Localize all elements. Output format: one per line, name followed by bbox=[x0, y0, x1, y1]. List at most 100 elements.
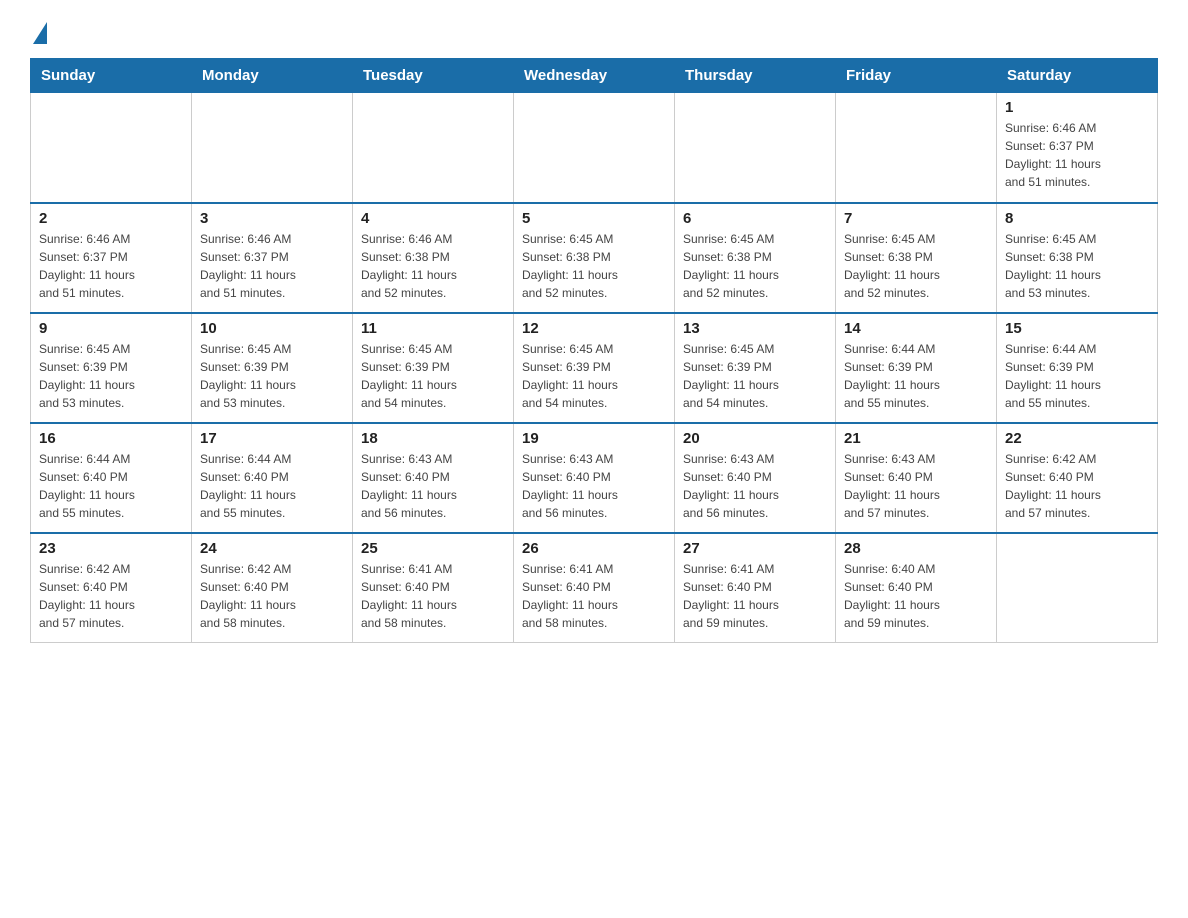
day-number: 10 bbox=[200, 320, 344, 337]
calendar-day-cell bbox=[514, 93, 675, 203]
calendar-day-cell: 1 Sunrise: 6:46 AM Sunset: 6:37 PM Daylig… bbox=[997, 93, 1158, 203]
calendar-day-cell: 10 Sunrise: 6:45 AM Sunset: 6:39 PM Dayli… bbox=[192, 313, 353, 423]
day-number: 5 bbox=[522, 210, 666, 227]
day-number: 16 bbox=[39, 430, 183, 447]
calendar-day-cell: 11 Sunrise: 6:45 AM Sunset: 6:39 PM Dayli… bbox=[353, 313, 514, 423]
calendar-day-cell: 16 Sunrise: 6:44 AM Sunset: 6:40 PM Dayli… bbox=[31, 423, 192, 533]
day-info: Sunrise: 6:44 AM Sunset: 6:39 PM Dayligh… bbox=[844, 340, 988, 412]
calendar-day-header: Monday bbox=[192, 59, 353, 93]
day-info: Sunrise: 6:40 AM Sunset: 6:40 PM Dayligh… bbox=[844, 560, 988, 632]
day-info: Sunrise: 6:45 AM Sunset: 6:39 PM Dayligh… bbox=[361, 340, 505, 412]
day-info: Sunrise: 6:44 AM Sunset: 6:40 PM Dayligh… bbox=[200, 450, 344, 522]
day-info: Sunrise: 6:41 AM Sunset: 6:40 PM Dayligh… bbox=[683, 560, 827, 632]
calendar-day-cell: 21 Sunrise: 6:43 AM Sunset: 6:40 PM Dayli… bbox=[836, 423, 997, 533]
day-info: Sunrise: 6:45 AM Sunset: 6:39 PM Dayligh… bbox=[683, 340, 827, 412]
day-number: 6 bbox=[683, 210, 827, 227]
day-number: 19 bbox=[522, 430, 666, 447]
calendar-day-cell bbox=[675, 93, 836, 203]
day-number: 15 bbox=[1005, 320, 1149, 337]
calendar-day-cell: 18 Sunrise: 6:43 AM Sunset: 6:40 PM Dayli… bbox=[353, 423, 514, 533]
calendar-day-cell: 5 Sunrise: 6:45 AM Sunset: 6:38 PM Daylig… bbox=[514, 203, 675, 313]
day-info: Sunrise: 6:45 AM Sunset: 6:39 PM Dayligh… bbox=[200, 340, 344, 412]
day-info: Sunrise: 6:46 AM Sunset: 6:37 PM Dayligh… bbox=[1005, 119, 1149, 191]
day-info: Sunrise: 6:45 AM Sunset: 6:38 PM Dayligh… bbox=[522, 230, 666, 302]
calendar-day-header: Wednesday bbox=[514, 59, 675, 93]
day-info: Sunrise: 6:42 AM Sunset: 6:40 PM Dayligh… bbox=[1005, 450, 1149, 522]
calendar-day-cell: 25 Sunrise: 6:41 AM Sunset: 6:40 PM Dayli… bbox=[353, 533, 514, 643]
calendar-day-cell bbox=[353, 93, 514, 203]
calendar-week-row: 23 Sunrise: 6:42 AM Sunset: 6:40 PM Dayli… bbox=[31, 533, 1158, 643]
day-info: Sunrise: 6:45 AM Sunset: 6:38 PM Dayligh… bbox=[844, 230, 988, 302]
day-number: 12 bbox=[522, 320, 666, 337]
day-info: Sunrise: 6:43 AM Sunset: 6:40 PM Dayligh… bbox=[522, 450, 666, 522]
day-number: 17 bbox=[200, 430, 344, 447]
calendar-day-cell: 2 Sunrise: 6:46 AM Sunset: 6:37 PM Daylig… bbox=[31, 203, 192, 313]
calendar-day-cell: 15 Sunrise: 6:44 AM Sunset: 6:39 PM Dayli… bbox=[997, 313, 1158, 423]
day-info: Sunrise: 6:43 AM Sunset: 6:40 PM Dayligh… bbox=[844, 450, 988, 522]
day-number: 25 bbox=[361, 540, 505, 557]
calendar-day-cell: 8Sunrise: 6:45 AM Sunset: 6:38 PM Daylig… bbox=[997, 203, 1158, 313]
day-number: 28 bbox=[844, 540, 988, 557]
calendar-week-row: 16 Sunrise: 6:44 AM Sunset: 6:40 PM Dayli… bbox=[31, 423, 1158, 533]
calendar-day-cell: 14 Sunrise: 6:44 AM Sunset: 6:39 PM Dayli… bbox=[836, 313, 997, 423]
logo-triangle-icon bbox=[33, 22, 47, 44]
day-number: 11 bbox=[361, 320, 505, 337]
calendar-day-cell: 13 Sunrise: 6:45 AM Sunset: 6:39 PM Dayli… bbox=[675, 313, 836, 423]
calendar-day-header: Saturday bbox=[997, 59, 1158, 93]
calendar-day-cell: 17 Sunrise: 6:44 AM Sunset: 6:40 PM Dayli… bbox=[192, 423, 353, 533]
day-number: 23 bbox=[39, 540, 183, 557]
calendar-table: SundayMondayTuesdayWednesdayThursdayFrid… bbox=[30, 58, 1158, 643]
day-number: 8 bbox=[1005, 210, 1149, 227]
calendar-day-cell: 20 Sunrise: 6:43 AM Sunset: 6:40 PM Dayli… bbox=[675, 423, 836, 533]
day-number: 18 bbox=[361, 430, 505, 447]
day-number: 20 bbox=[683, 430, 827, 447]
day-number: 13 bbox=[683, 320, 827, 337]
day-info: Sunrise: 6:46 AM Sunset: 6:37 PM Dayligh… bbox=[200, 230, 344, 302]
calendar-day-cell bbox=[997, 533, 1158, 643]
calendar-day-cell: 3 Sunrise: 6:46 AM Sunset: 6:37 PM Daylig… bbox=[192, 203, 353, 313]
day-info: Sunrise: 6:41 AM Sunset: 6:40 PM Dayligh… bbox=[361, 560, 505, 632]
calendar-day-cell: 9 Sunrise: 6:45 AM Sunset: 6:39 PM Daylig… bbox=[31, 313, 192, 423]
page-header bbox=[30, 20, 1158, 40]
day-info: Sunrise: 6:45 AM Sunset: 6:39 PM Dayligh… bbox=[522, 340, 666, 412]
calendar-week-row: 2 Sunrise: 6:46 AM Sunset: 6:37 PM Daylig… bbox=[31, 203, 1158, 313]
day-number: 24 bbox=[200, 540, 344, 557]
calendar-day-cell: 19 Sunrise: 6:43 AM Sunset: 6:40 PM Dayli… bbox=[514, 423, 675, 533]
day-info: Sunrise: 6:42 AM Sunset: 6:40 PM Dayligh… bbox=[200, 560, 344, 632]
day-number: 14 bbox=[844, 320, 988, 337]
day-number: 4 bbox=[361, 210, 505, 227]
calendar-day-cell: 26 Sunrise: 6:41 AM Sunset: 6:40 PM Dayli… bbox=[514, 533, 675, 643]
calendar-day-header: Tuesday bbox=[353, 59, 514, 93]
day-number: 26 bbox=[522, 540, 666, 557]
calendar-day-cell: 24 Sunrise: 6:42 AM Sunset: 6:40 PM Dayli… bbox=[192, 533, 353, 643]
calendar-day-cell: 12 Sunrise: 6:45 AM Sunset: 6:39 PM Dayli… bbox=[514, 313, 675, 423]
day-info: Sunrise: 6:41 AM Sunset: 6:40 PM Dayligh… bbox=[522, 560, 666, 632]
day-number: 1 bbox=[1005, 99, 1149, 116]
day-number: 27 bbox=[683, 540, 827, 557]
calendar-day-cell: 4Sunrise: 6:46 AM Sunset: 6:38 PM Daylig… bbox=[353, 203, 514, 313]
day-info: Sunrise: 6:46 AM Sunset: 6:37 PM Dayligh… bbox=[39, 230, 183, 302]
calendar-day-header: Friday bbox=[836, 59, 997, 93]
calendar-header-row: SundayMondayTuesdayWednesdayThursdayFrid… bbox=[31, 59, 1158, 93]
logo bbox=[30, 20, 47, 40]
day-info: Sunrise: 6:44 AM Sunset: 6:40 PM Dayligh… bbox=[39, 450, 183, 522]
day-info: Sunrise: 6:43 AM Sunset: 6:40 PM Dayligh… bbox=[683, 450, 827, 522]
day-number: 2 bbox=[39, 210, 183, 227]
day-info: Sunrise: 6:43 AM Sunset: 6:40 PM Dayligh… bbox=[361, 450, 505, 522]
calendar-day-header: Thursday bbox=[675, 59, 836, 93]
day-number: 21 bbox=[844, 430, 988, 447]
calendar-day-cell: 23Sunrise: 6:42 AM Sunset: 6:40 PM Dayli… bbox=[31, 533, 192, 643]
calendar-week-row: 9 Sunrise: 6:45 AM Sunset: 6:39 PM Daylig… bbox=[31, 313, 1158, 423]
day-info: Sunrise: 6:44 AM Sunset: 6:39 PM Dayligh… bbox=[1005, 340, 1149, 412]
calendar-day-cell: 6Sunrise: 6:45 AM Sunset: 6:38 PM Daylig… bbox=[675, 203, 836, 313]
day-number: 7 bbox=[844, 210, 988, 227]
calendar-day-cell bbox=[192, 93, 353, 203]
calendar-week-row: 1 Sunrise: 6:46 AM Sunset: 6:37 PM Daylig… bbox=[31, 93, 1158, 203]
calendar-day-cell: 22Sunrise: 6:42 AM Sunset: 6:40 PM Dayli… bbox=[997, 423, 1158, 533]
calendar-day-cell: 27 Sunrise: 6:41 AM Sunset: 6:40 PM Dayli… bbox=[675, 533, 836, 643]
day-number: 9 bbox=[39, 320, 183, 337]
calendar-day-cell: 28 Sunrise: 6:40 AM Sunset: 6:40 PM Dayli… bbox=[836, 533, 997, 643]
day-info: Sunrise: 6:45 AM Sunset: 6:39 PM Dayligh… bbox=[39, 340, 183, 412]
calendar-day-cell bbox=[31, 93, 192, 203]
day-number: 3 bbox=[200, 210, 344, 227]
